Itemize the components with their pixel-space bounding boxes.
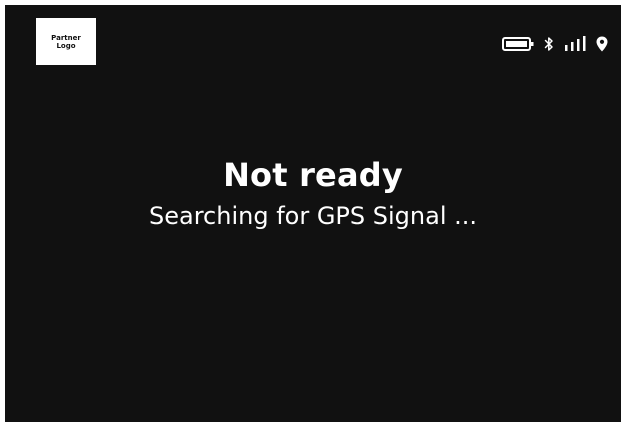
status-message: Searching for GPS Signal ... xyxy=(149,202,477,230)
bluetooth-icon xyxy=(544,36,554,52)
status-title: Not ready xyxy=(223,156,403,194)
device-screen: Partner Logo Not ready Searching for GPS… xyxy=(5,5,621,422)
partner-logo-text: Partner Logo xyxy=(51,33,81,50)
battery-icon xyxy=(502,37,534,51)
partner-logo: Partner Logo xyxy=(36,18,96,65)
status-panel: Not ready Searching for GPS Signal ... xyxy=(5,155,621,231)
location-pin-icon xyxy=(596,36,608,52)
status-bar xyxy=(502,34,608,54)
signal-icon xyxy=(564,36,586,52)
